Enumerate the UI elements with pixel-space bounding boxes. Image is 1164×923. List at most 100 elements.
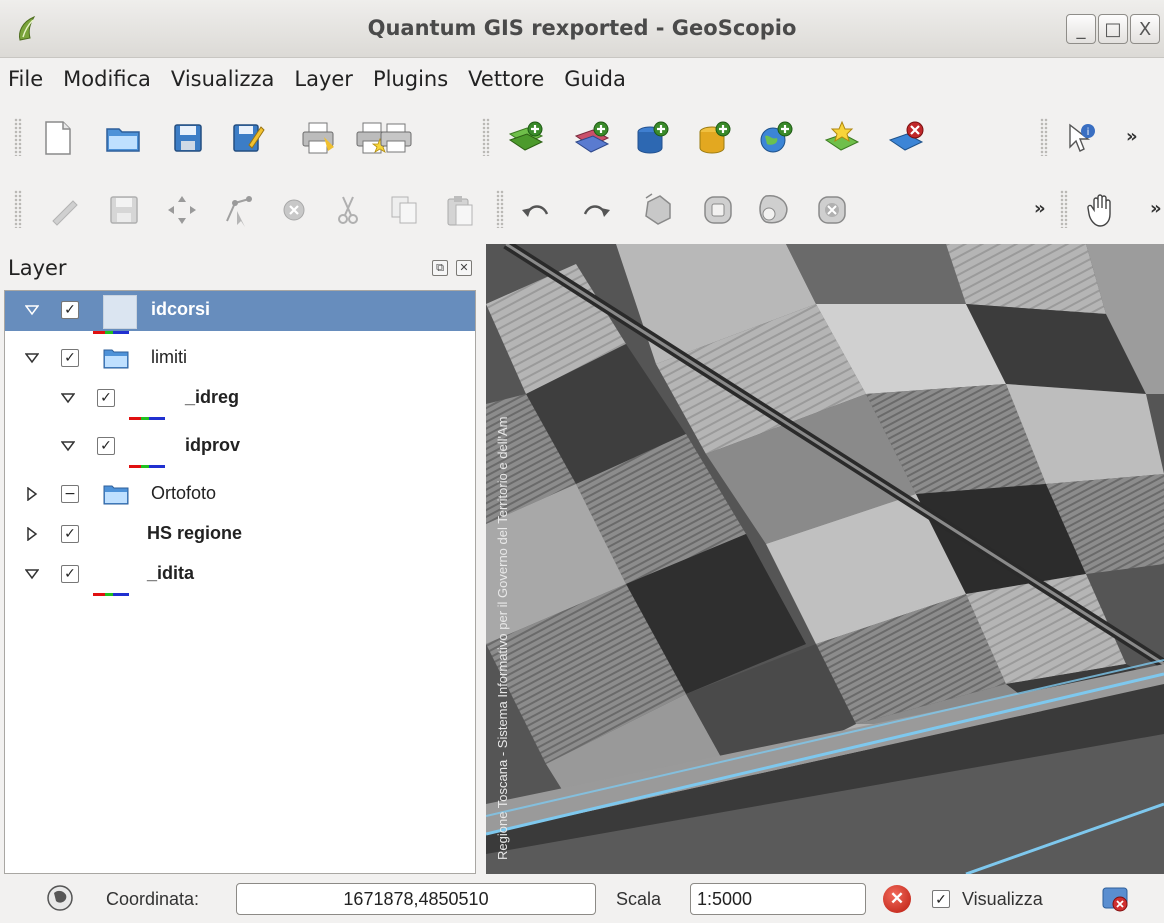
collapse-arrow-icon[interactable] <box>25 487 39 501</box>
map-canvas[interactable] <box>486 244 1164 874</box>
toolbar-grip[interactable] <box>1060 190 1068 228</box>
panel-title: Layer <box>8 256 67 280</box>
expand-arrow-icon[interactable] <box>25 303 39 317</box>
expand-arrow-icon[interactable] <box>61 439 75 453</box>
copy-features-icon[interactable] <box>384 190 424 230</box>
layer-legend-symbol <box>129 465 165 468</box>
menu-plugins[interactable]: Plugins <box>373 67 448 91</box>
panel-controls: ⧉ ✕ <box>432 260 472 276</box>
maximize-button[interactable]: □ <box>1098 14 1128 44</box>
move-feature-icon[interactable] <box>162 190 202 230</box>
layer-name: Ortofoto <box>151 483 217 503</box>
toolbar-grip[interactable] <box>1040 118 1048 156</box>
scale-label: Scala <box>616 889 662 909</box>
layer-legend-symbol <box>129 417 165 420</box>
delete-selected-icon[interactable] <box>274 190 314 230</box>
close-panel-icon[interactable]: ✕ <box>456 260 472 276</box>
minimize-button[interactable]: _ <box>1066 14 1096 44</box>
menu-layer[interactable]: Layer <box>294 67 353 91</box>
layer-name: HS regione <box>147 523 243 543</box>
undo-icon[interactable] <box>516 190 556 230</box>
stop-rendering-button[interactable]: ✕ <box>883 885 911 913</box>
layer-tree[interactable]: ✓ idcorsi ✓ limiti ✓ _idreg ✓ idprov − O… <box>4 290 476 874</box>
digitizing-toolbar: » » <box>0 176 1164 242</box>
new-project-icon[interactable] <box>38 118 78 158</box>
layer-visibility-checkbox[interactable]: ✓ <box>97 437 115 455</box>
menu-bar: File Modifica Visualizza Layer Plugins V… <box>0 58 1164 100</box>
render-checkbox[interactable]: ✓ <box>932 890 950 908</box>
coordinate-label: Coordinata: <box>106 889 200 909</box>
messages-icon[interactable] <box>1100 884 1130 914</box>
toolbar-grip[interactable] <box>14 190 22 228</box>
layer-symbol <box>103 295 137 329</box>
node-tool-icon[interactable] <box>218 190 258 230</box>
coordinate-capture-icon[interactable] <box>46 883 74 913</box>
layer-row-ortofoto[interactable]: − Ortofoto <box>5 475 475 515</box>
layer-row-idita[interactable]: ✓ _idita <box>5 555 475 596</box>
redo-icon[interactable] <box>576 190 616 230</box>
window-controls: _ □ X <box>1066 14 1160 44</box>
scale-field[interactable]: 1:5000 <box>690 883 866 915</box>
save-edits-icon[interactable] <box>104 190 144 230</box>
new-vector-layer-icon[interactable] <box>822 118 862 158</box>
expand-arrow-icon[interactable] <box>25 351 39 365</box>
pan-icon[interactable] <box>1082 190 1122 230</box>
paste-features-icon[interactable] <box>440 190 480 230</box>
layer-legend-symbol <box>93 593 129 596</box>
cut-features-icon[interactable] <box>328 190 368 230</box>
layer-visibility-checkbox[interactable]: ✓ <box>61 525 79 543</box>
menu-vettore[interactable]: Vettore <box>468 67 544 91</box>
layer-panel: Layer ⧉ ✕ ✓ idcorsi ✓ limiti ✓ _idreg ✓ … <box>0 246 482 876</box>
float-panel-icon[interactable]: ⧉ <box>432 260 448 276</box>
add-ring-icon[interactable] <box>698 190 738 230</box>
group-folder-icon <box>103 349 129 369</box>
delete-ring-icon[interactable] <box>812 190 852 230</box>
add-vector-layer-icon[interactable] <box>506 118 546 158</box>
layer-name: idprov <box>185 435 241 455</box>
toggle-editing-icon[interactable] <box>44 190 84 230</box>
menu-guida[interactable]: Guida <box>564 67 626 91</box>
simplify-feature-icon[interactable] <box>638 190 678 230</box>
toolbar-overflow-button[interactable]: » <box>1126 126 1138 147</box>
toolbar-overflow-button-2[interactable]: » <box>1150 198 1162 219</box>
render-label: Visualizza <box>962 889 1043 909</box>
toolbar-grip[interactable] <box>14 118 22 156</box>
add-spatialite-layer-icon[interactable] <box>694 118 734 158</box>
collapse-arrow-icon[interactable] <box>25 527 39 541</box>
layer-name: _idita <box>147 563 195 583</box>
save-project-icon[interactable] <box>168 118 208 158</box>
print-composer-icon[interactable] <box>298 118 338 158</box>
toolbar-grip[interactable] <box>482 118 490 156</box>
close-button[interactable]: X <box>1130 14 1160 44</box>
layer-row-idcorsi[interactable]: ✓ idcorsi <box>5 291 475 334</box>
svg-text:i: i <box>1087 127 1090 138</box>
add-wms-layer-icon[interactable] <box>756 118 796 158</box>
layer-visibility-checkbox[interactable]: − <box>61 485 79 503</box>
open-project-icon[interactable] <box>103 118 143 158</box>
status-bar: Coordinata: 1671878,4850510 Scala 1:5000… <box>0 876 1164 923</box>
add-raster-layer-icon[interactable] <box>572 118 612 158</box>
menu-visualizza[interactable]: Visualizza <box>171 67 274 91</box>
remove-layer-icon[interactable] <box>886 118 926 158</box>
menu-modifica[interactable]: Modifica <box>63 67 151 91</box>
layer-visibility-checkbox[interactable]: ✓ <box>61 565 79 583</box>
layer-name: limiti <box>151 347 187 367</box>
toolbar-overflow-button[interactable]: » <box>1034 198 1046 219</box>
add-postgis-layer-icon[interactable] <box>632 118 672 158</box>
add-part-icon[interactable] <box>754 190 794 230</box>
whats-this-icon[interactable]: i <box>1062 118 1102 158</box>
layer-row-idreg[interactable]: ✓ _idreg <box>5 379 475 420</box>
save-as-icon[interactable] <box>228 118 268 158</box>
layer-row-limiti[interactable]: ✓ limiti <box>5 339 475 379</box>
layer-visibility-checkbox[interactable]: ✓ <box>97 389 115 407</box>
layer-visibility-checkbox[interactable]: ✓ <box>61 301 79 319</box>
layer-row-idprov[interactable]: ✓ idprov <box>5 427 475 468</box>
toolbar-grip[interactable] <box>496 190 504 228</box>
coordinate-field[interactable]: 1671878,4850510 <box>236 883 596 915</box>
layer-row-hs-regione[interactable]: ✓ HS regione <box>5 515 475 555</box>
print-icon[interactable] <box>376 118 416 158</box>
expand-arrow-icon[interactable] <box>61 391 75 405</box>
menu-file[interactable]: File <box>8 67 43 91</box>
layer-visibility-checkbox[interactable]: ✓ <box>61 349 79 367</box>
expand-arrow-icon[interactable] <box>25 567 39 581</box>
